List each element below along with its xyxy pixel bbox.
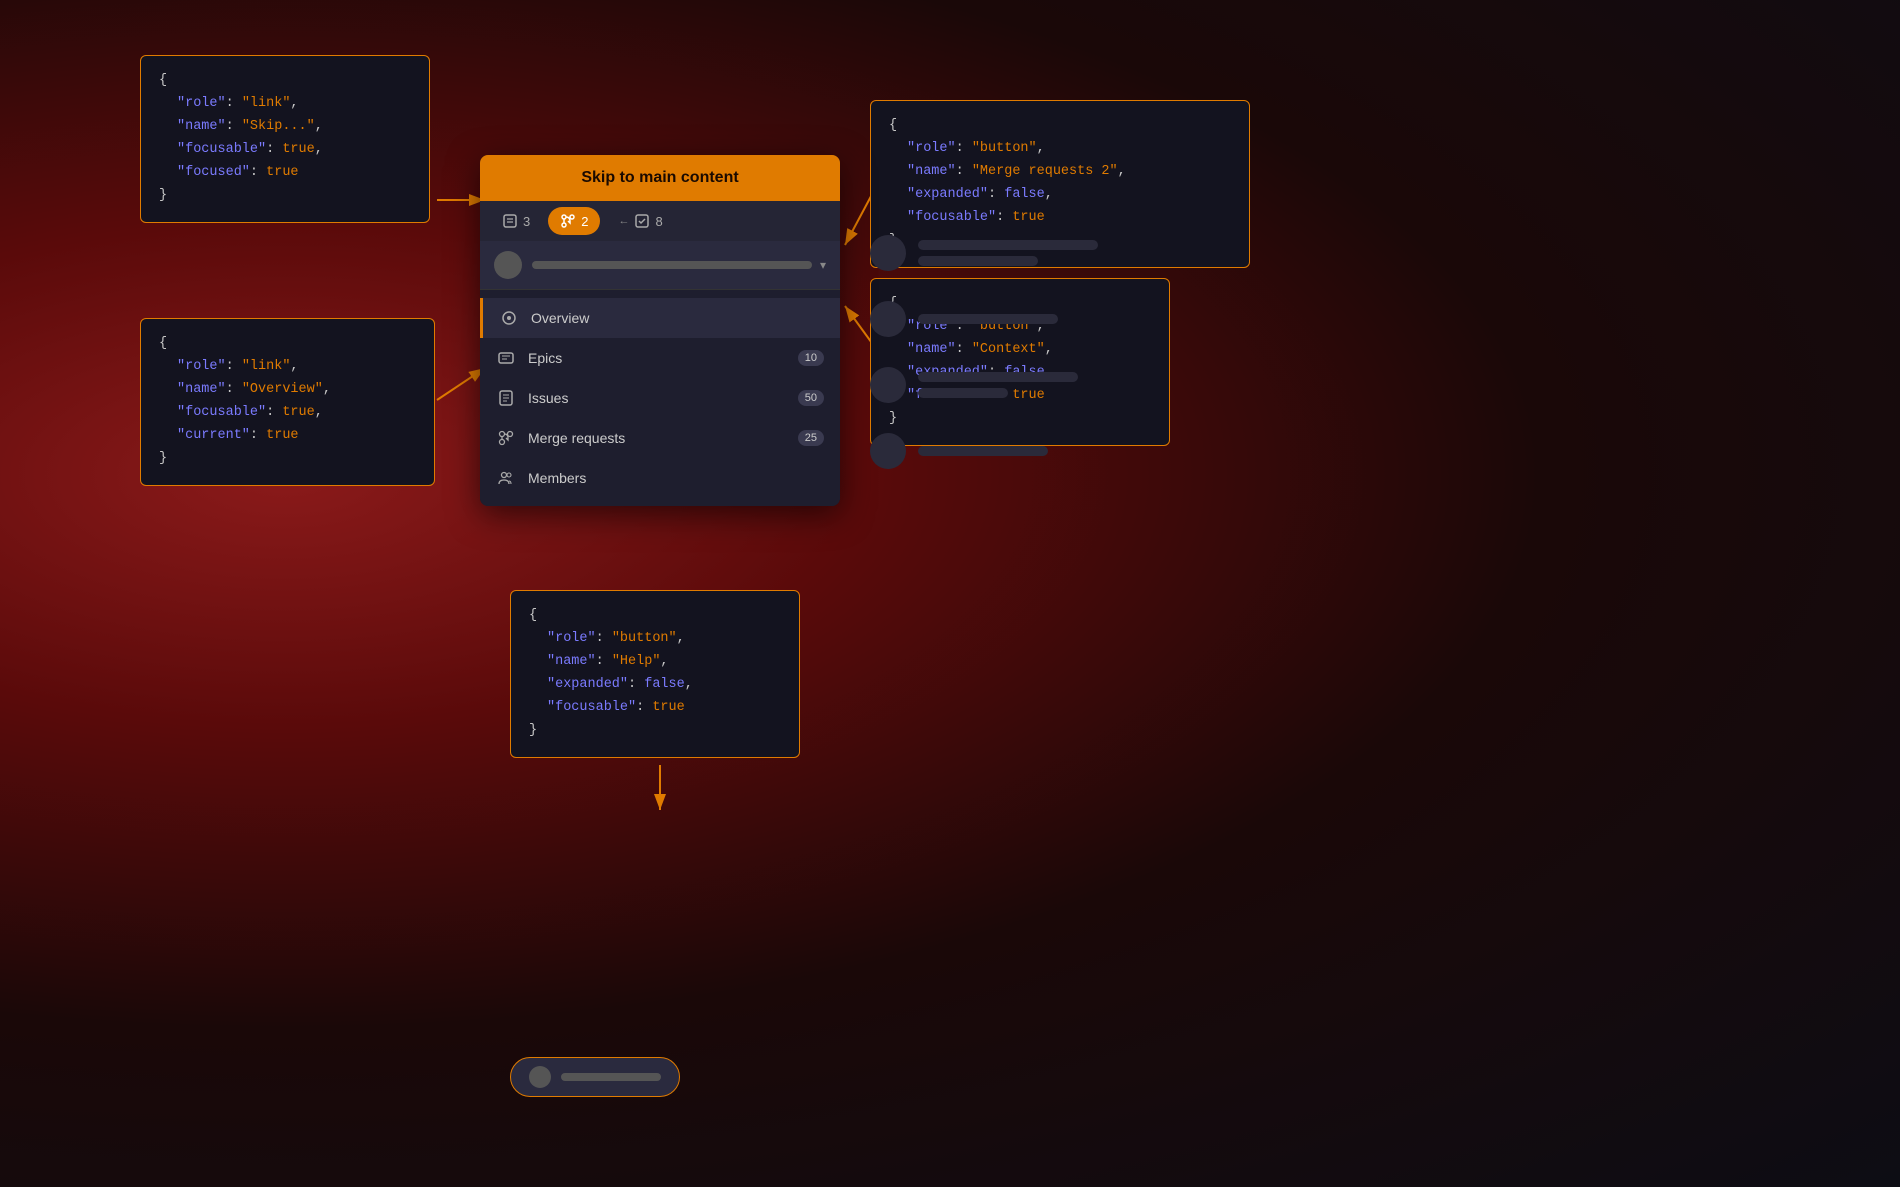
- skeleton-avatar-4: [870, 433, 906, 469]
- nav-issues-label: Issues: [528, 390, 798, 406]
- tab-issues-count: 3: [523, 214, 530, 229]
- nav-epics-badge: 10: [798, 350, 824, 366]
- json-box-skip-link: { "role": "link", "name": "Skip...", "fo…: [140, 55, 430, 223]
- merge-requests-tab-icon: [560, 213, 576, 229]
- merge-requests-nav-icon: [496, 428, 516, 448]
- nav-overview-label: Overview: [531, 310, 824, 326]
- nav-members-label: Members: [528, 470, 824, 486]
- nav-merge-requests-label: Merge requests: [528, 430, 798, 446]
- skeleton-row-2: [870, 301, 1370, 337]
- mini-ui-help: [510, 1057, 680, 1097]
- arrow-icon: ←: [618, 215, 629, 227]
- chevron-down-icon: ▾: [820, 258, 826, 272]
- skeleton-avatar-3: [870, 367, 906, 403]
- json-box-help-button: { "role": "button", "name": "Help", "exp…: [510, 590, 800, 758]
- nav-item-members[interactable]: Members: [480, 458, 840, 498]
- scene-container: { "role": "link", "name": "Skip...", "fo…: [0, 0, 1900, 1187]
- members-icon: [496, 468, 516, 488]
- skeleton-avatar-1: [870, 235, 906, 271]
- skeleton-lines-1: [918, 240, 1098, 266]
- tab-bar: 3 2 ←: [480, 201, 840, 241]
- tab-todos[interactable]: ← 8: [606, 207, 674, 235]
- issues-tab-icon: [502, 213, 518, 229]
- tab-merge-requests[interactable]: 2: [548, 207, 600, 235]
- mini-avatar: [529, 1066, 551, 1088]
- nav-item-epics[interactable]: Epics 10: [480, 338, 840, 378]
- nav-epics-label: Epics: [528, 350, 798, 366]
- nav-merge-requests-badge: 25: [798, 430, 824, 446]
- nav-issues-badge: 50: [798, 390, 824, 406]
- tab-mr-count: 2: [581, 214, 588, 229]
- skeleton-row-3: [870, 367, 1370, 403]
- skeleton-line-3b: [918, 388, 1008, 398]
- context-dropdown-button[interactable]: ▾: [480, 241, 840, 290]
- skeleton-row-4: [870, 433, 1370, 469]
- right-panel-skeleton: [870, 155, 1370, 499]
- tab-issues[interactable]: 3: [490, 207, 542, 235]
- skeleton-lines-2: [918, 314, 1058, 324]
- skeleton-line-1b: [918, 256, 1038, 266]
- skeleton-line-2a: [918, 314, 1058, 324]
- json-box-overview-link: { "role": "link", "name": "Overview", "f…: [140, 318, 435, 486]
- nav-item-issues[interactable]: Issues 50: [480, 378, 840, 418]
- overview-icon: [499, 308, 519, 328]
- epics-icon: [496, 348, 516, 368]
- issues-icon: [496, 388, 516, 408]
- skeleton-line-1a: [918, 240, 1098, 250]
- nav-item-merge-requests[interactable]: Merge requests 25: [480, 418, 840, 458]
- context-avatar: [494, 251, 522, 279]
- skeleton-row-1: [870, 235, 1370, 271]
- skip-to-main-button[interactable]: Skip to main content: [480, 155, 840, 201]
- mini-bar: [561, 1073, 661, 1081]
- skeleton-lines-3: [918, 372, 1078, 398]
- nav-item-overview[interactable]: Overview: [480, 298, 840, 338]
- skeleton-line-4a: [918, 446, 1048, 456]
- todos-tab-icon: [634, 213, 650, 229]
- ui-panel: Skip to main content 3: [480, 155, 840, 506]
- skeleton-line-3a: [918, 372, 1078, 382]
- skeleton-lines-4: [918, 446, 1048, 456]
- context-bar: [532, 261, 812, 269]
- skeleton-avatar-2: [870, 301, 906, 337]
- nav-list: Overview Epics 10: [480, 290, 840, 506]
- tab-todos-count: 8: [655, 214, 662, 229]
